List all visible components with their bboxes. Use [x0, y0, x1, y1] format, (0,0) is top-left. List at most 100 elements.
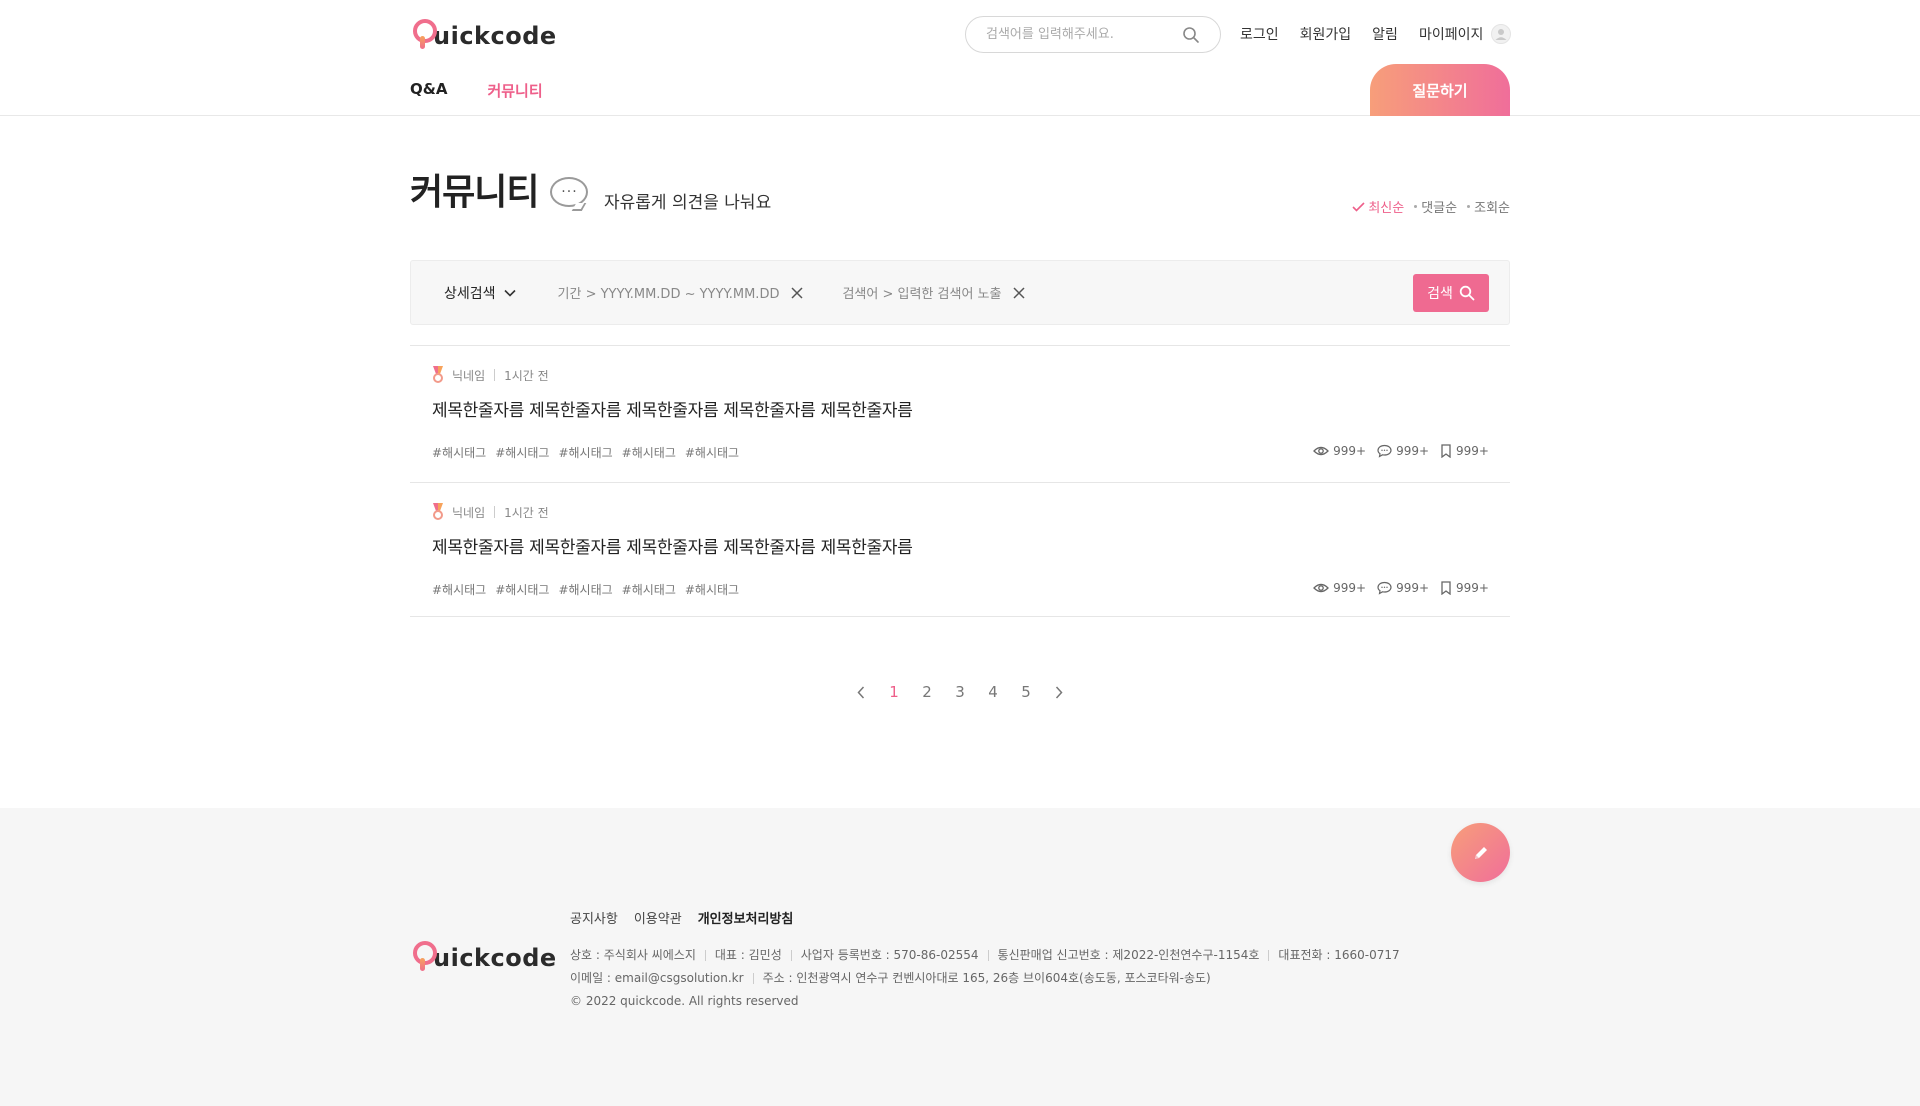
sort-views-label: 조회순	[1474, 201, 1510, 216]
footer-link-privacy[interactable]: 개인정보처리방침	[698, 908, 794, 927]
close-icon[interactable]	[1013, 286, 1025, 299]
top-links: 로그인 회원가입 알림 마이페이지	[1240, 24, 1512, 44]
filter-search-button[interactable]: 검색	[1413, 274, 1489, 312]
footer-logo[interactable]: uickcode	[412, 940, 557, 972]
comment-count: 999+	[1377, 444, 1429, 458]
pencil-icon	[1474, 846, 1487, 859]
medal-icon	[432, 366, 444, 384]
detail-search-toggle[interactable]: 상세검색	[444, 283, 516, 303]
hashtag[interactable]: #해시태그	[622, 581, 676, 598]
hashtag[interactable]: #해시태그	[495, 444, 549, 461]
divider	[494, 369, 496, 381]
page-5[interactable]: 5	[1010, 683, 1043, 701]
search-input[interactable]	[986, 27, 1166, 42]
hashtag[interactable]: #해시태그	[558, 444, 612, 461]
detail-search-label: 상세검색	[444, 285, 496, 302]
footer-info-row: 이메일 : email@csgsolution.kr 주소 : 인천광역시 연수…	[570, 967, 1400, 990]
comment-icon	[1377, 444, 1392, 458]
page-2[interactable]: 2	[911, 683, 944, 701]
comment-count-value: 999+	[1396, 581, 1430, 595]
sort-latest-label: 최신순	[1368, 201, 1405, 216]
logo-text: uickcode	[433, 944, 557, 972]
footer-link-notice[interactable]: 공지사항	[570, 908, 618, 927]
logo[interactable]: uickcode	[412, 18, 557, 50]
hashtag[interactable]: #해시태그	[432, 444, 486, 461]
list-item[interactable]: 닉네임 1시간 전 제목한줄자름 제목한줄자름 제목한줄자름 제목한줄자름 제목…	[410, 346, 1510, 483]
logo-mark-icon	[412, 18, 437, 50]
write-post-button[interactable]	[1451, 823, 1510, 882]
view-count: 999+	[1313, 581, 1366, 595]
global-search[interactable]	[965, 16, 1221, 53]
sort-comments-label: 댓글순	[1421, 201, 1458, 216]
keyword-chip: 검색어 > 입력한 검색어 노출	[842, 283, 1025, 302]
hashtag[interactable]: #해시태그	[558, 581, 612, 598]
nickname[interactable]: 닉네임	[452, 504, 485, 521]
user-icon[interactable]	[1491, 24, 1512, 44]
alarm-link[interactable]: 알림	[1372, 24, 1398, 44]
close-icon[interactable]	[791, 286, 803, 299]
footer-link-terms[interactable]: 이용약관	[634, 908, 682, 927]
company-name: 상호 : 주식회사 씨에스지	[570, 948, 696, 962]
divider	[704, 950, 706, 961]
main-nav: Q&A 커뮤니티	[410, 80, 583, 101]
business-number: 사업자 등록번호 : 570-86-02554	[800, 948, 979, 962]
period-chip: 기간 > YYYY.MM.DD ~ YYYY.MM.DD	[558, 283, 804, 302]
footer-links: 공지사항 이용약관 개인정보처리방침	[570, 908, 809, 927]
post-title[interactable]: 제목한줄자름 제목한줄자름 제목한줄자름 제목한줄자름 제목한줄자름	[432, 396, 913, 421]
hashtag[interactable]: #해시태그	[495, 581, 549, 598]
page-title-group: 커뮤니티 ···	[410, 163, 590, 215]
nickname[interactable]: 닉네임	[452, 367, 485, 384]
post-list: 닉네임 1시간 전 제목한줄자름 제목한줄자름 제목한줄자름 제목한줄자름 제목…	[410, 345, 1510, 617]
page-subtitle: 자유롭게 의견을 나눠요	[604, 193, 772, 213]
sort-comments[interactable]: 댓글순	[1414, 197, 1457, 216]
site-header: uickcode 로그인 회원가입 알림 마이페이지 Q&A 커뮤니티 질문하기	[0, 0, 1920, 116]
page-4[interactable]: 4	[977, 683, 1010, 701]
post-stats: 999+ 999+ 999+	[1302, 444, 1489, 458]
phone-number: 대표전화 : 1660-0717	[1278, 948, 1400, 962]
bookmark-count: 999+	[1440, 581, 1489, 595]
chevron-right-icon[interactable]	[1043, 685, 1076, 699]
eye-icon	[1313, 583, 1330, 593]
divider	[987, 950, 989, 961]
bookmark-count-value: 999+	[1456, 581, 1489, 595]
copyright: © 2022 quickcode. All rights reserved	[570, 994, 799, 1008]
bullet-icon	[1467, 205, 1471, 208]
page-3[interactable]: 3	[944, 683, 977, 701]
post-meta: 닉네임 1시간 전	[432, 503, 549, 521]
address: 주소 : 인천광역시 연수구 컨벤시아대로 165, 26층 브이604호(송도…	[762, 971, 1211, 985]
bookmark-icon	[1441, 444, 1451, 458]
keyword-chip-label: 검색어 > 입력한 검색어 노출	[842, 287, 1002, 302]
hashtag[interactable]: #해시태그	[622, 444, 676, 461]
bookmark-count: 999+	[1440, 444, 1489, 458]
view-count-value: 999+	[1333, 581, 1367, 595]
logo-mark-icon	[412, 940, 437, 972]
post-title[interactable]: 제목한줄자름 제목한줄자름 제목한줄자름 제목한줄자름 제목한줄자름	[432, 533, 913, 558]
signup-link[interactable]: 회원가입	[1300, 24, 1352, 44]
sort-latest[interactable]: 최신순	[1352, 197, 1404, 216]
view-count: 999+	[1313, 444, 1366, 458]
hashtag[interactable]: #해시태그	[685, 581, 739, 598]
divider	[752, 973, 754, 984]
page-1[interactable]: 1	[878, 683, 911, 701]
tab-qna[interactable]: Q&A	[410, 80, 447, 101]
login-link[interactable]: 로그인	[1240, 24, 1279, 44]
list-item[interactable]: 닉네임 1시간 전 제목한줄자름 제목한줄자름 제목한줄자름 제목한줄자름 제목…	[410, 483, 1510, 617]
divider	[790, 950, 792, 961]
post-tags: #해시태그 #해시태그 #해시태그 #해시태그 #해시태그	[432, 444, 739, 461]
tab-community[interactable]: 커뮤니티	[487, 80, 542, 101]
logo-text: uickcode	[433, 22, 557, 50]
sort-views[interactable]: 조회순	[1467, 197, 1510, 216]
hashtag[interactable]: #해시태그	[432, 581, 486, 598]
pagination: 1 2 3 4 5	[0, 683, 1920, 701]
ecommerce-number: 통신판매업 신고번호 : 제2022-인천연수구-1154호	[997, 948, 1260, 962]
chevron-down-icon	[503, 289, 516, 297]
ask-question-button[interactable]: 질문하기	[1370, 64, 1510, 116]
comment-icon	[1377, 581, 1392, 595]
hashtag[interactable]: #해시태그	[685, 444, 739, 461]
footer-info-row: © 2022 quickcode. All rights reserved	[570, 990, 1400, 1013]
mypage-link[interactable]: 마이페이지	[1419, 24, 1483, 44]
chevron-left-icon[interactable]	[845, 685, 878, 699]
post-tags: #해시태그 #해시태그 #해시태그 #해시태그 #해시태그	[432, 581, 739, 598]
page-title: 커뮤니티	[410, 172, 539, 213]
search-icon[interactable]	[1182, 26, 1200, 48]
